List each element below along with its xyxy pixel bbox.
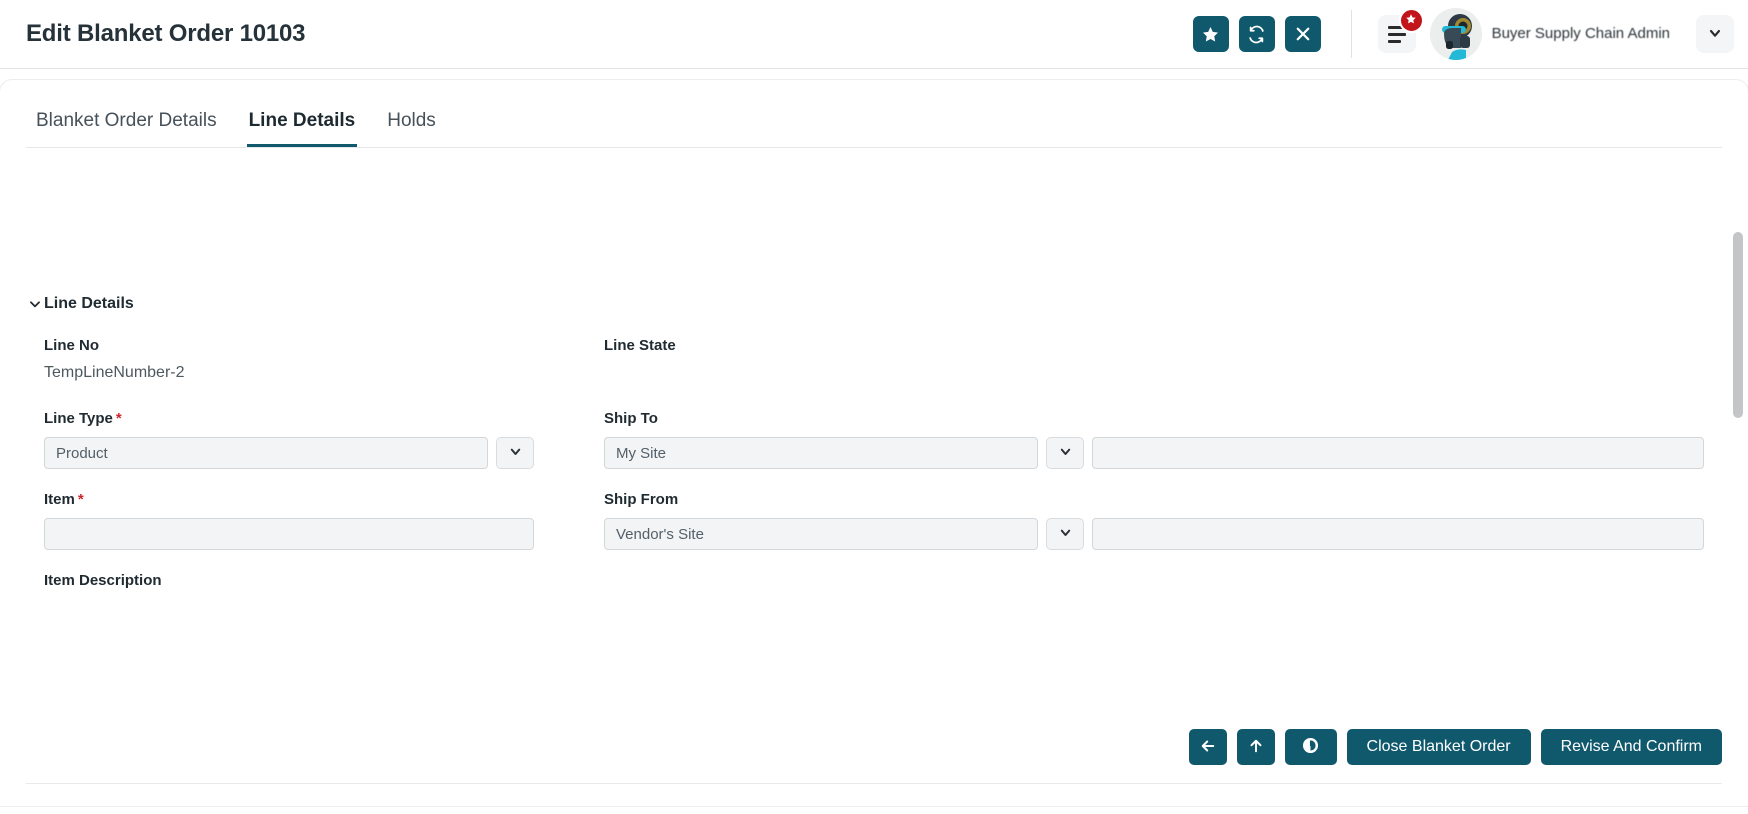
chevron-down-icon bbox=[1058, 525, 1073, 543]
chevron-down-icon bbox=[1058, 444, 1073, 462]
chevron-down-icon bbox=[1707, 25, 1723, 44]
form-area: Line Details Line No TempLineNumber-2 Li… bbox=[0, 295, 1748, 690]
refresh-button[interactable] bbox=[1239, 16, 1275, 52]
user-text-block: Buyer Supply Chain Admin bbox=[1468, 10, 1670, 59]
combo-item bbox=[44, 518, 534, 550]
user-secondary-line-top bbox=[1492, 10, 1670, 26]
user-secondary-line-bottom bbox=[1492, 42, 1670, 58]
chevron-down-icon bbox=[508, 444, 523, 462]
combo-line-type: Product bbox=[44, 437, 534, 469]
section-gap bbox=[0, 623, 1748, 659]
label-line-no: Line No bbox=[44, 337, 604, 354]
row-spacer bbox=[44, 550, 604, 572]
page-scrollbar-track[interactable] bbox=[1732, 82, 1744, 806]
close-x-icon bbox=[1294, 25, 1312, 43]
close-blanket-order-button[interactable]: Close Blanket Order bbox=[1347, 729, 1531, 765]
arrow-left-icon bbox=[1199, 737, 1217, 758]
user-menu-chevron-button[interactable] bbox=[1696, 15, 1734, 53]
label-line-type: Line Type* bbox=[44, 410, 604, 427]
user-profile[interactable]: Buyer Supply Chain Admin bbox=[1430, 8, 1670, 60]
label-line-state: Line State bbox=[604, 337, 1704, 354]
field-ship-to: Ship To My Site bbox=[604, 410, 1704, 469]
footer-divider bbox=[26, 783, 1722, 784]
scroll-top-button[interactable] bbox=[1237, 729, 1275, 765]
page-title: Edit Blanket Order 10103 bbox=[26, 20, 305, 48]
ship-to-dropdown-button[interactable] bbox=[1046, 437, 1084, 469]
application-root: Edit Blanket Order 10103 bbox=[0, 0, 1748, 814]
content-card: Blanket Order Details Line Details Holds… bbox=[0, 80, 1748, 806]
field-item-description: Item Description bbox=[44, 572, 604, 623]
field-item: Item* bbox=[44, 491, 604, 550]
top-bar: Edit Blanket Order 10103 bbox=[0, 0, 1748, 69]
label-ship-to: Ship To bbox=[604, 410, 1704, 427]
avatar-robot-icon bbox=[1430, 8, 1482, 60]
required-asterisk: * bbox=[116, 410, 122, 427]
line-type-input[interactable]: Product bbox=[44, 437, 488, 469]
refresh-icon bbox=[1247, 25, 1266, 44]
ship-to-detail-input[interactable] bbox=[1092, 437, 1704, 469]
star-icon bbox=[1405, 12, 1417, 30]
tab-bar: Blanket Order Details Line Details Holds bbox=[26, 80, 1722, 148]
item-input[interactable] bbox=[44, 518, 534, 550]
notification-badge bbox=[1399, 8, 1424, 33]
back-button[interactable] bbox=[1189, 729, 1227, 765]
tab-holds[interactable]: Holds bbox=[385, 110, 438, 147]
field-ship-from: Ship From Vendor's Site bbox=[604, 491, 1704, 550]
page-scrollbar-thumb[interactable] bbox=[1733, 232, 1743, 418]
ship-from-input[interactable]: Vendor's Site bbox=[604, 518, 1038, 550]
field-item-description-spacer bbox=[604, 572, 1704, 623]
revise-and-confirm-button[interactable]: Revise And Confirm bbox=[1541, 729, 1722, 765]
field-line-type: Line Type* Product bbox=[44, 410, 604, 469]
ship-to-input[interactable]: My Site bbox=[604, 437, 1038, 469]
row-spacer bbox=[604, 469, 1704, 491]
clock-icon bbox=[1301, 736, 1320, 758]
value-line-state bbox=[604, 364, 1704, 388]
value-line-no: TempLineNumber-2 bbox=[44, 364, 604, 388]
row-spacer bbox=[604, 388, 1704, 410]
tab-line-details[interactable]: Line Details bbox=[247, 110, 358, 147]
row-spacer bbox=[44, 469, 604, 491]
header-action-buttons bbox=[1193, 16, 1321, 52]
footer-action-bar: Close Blanket Order Revise And Confirm bbox=[0, 716, 1748, 778]
label-text: Line Type bbox=[44, 410, 113, 427]
label-ship-from: Ship From bbox=[604, 491, 1704, 508]
avatar bbox=[1430, 8, 1482, 60]
favorite-button[interactable] bbox=[1193, 16, 1229, 52]
value-item-description bbox=[44, 599, 604, 623]
history-button[interactable] bbox=[1285, 729, 1337, 765]
section-title: Line Details bbox=[44, 295, 134, 313]
label-text: Item bbox=[44, 491, 75, 508]
label-item: Item* bbox=[44, 491, 604, 508]
arrow-up-icon bbox=[1247, 737, 1265, 758]
line-details-grid: Line No TempLineNumber-2 Line State Line… bbox=[44, 337, 1704, 623]
star-icon bbox=[1201, 25, 1220, 44]
ship-from-dropdown-button[interactable] bbox=[1046, 518, 1084, 550]
chevron-down-icon bbox=[28, 297, 42, 311]
field-line-no: Line No TempLineNumber-2 bbox=[44, 337, 604, 388]
section-header-line-details[interactable]: Line Details bbox=[28, 295, 1748, 313]
required-asterisk: * bbox=[78, 491, 84, 508]
combo-ship-from: Vendor's Site bbox=[604, 518, 1704, 550]
tab-blanket-order-details[interactable]: Blanket Order Details bbox=[34, 110, 219, 147]
row-spacer bbox=[44, 388, 604, 410]
line-type-dropdown-button[interactable] bbox=[496, 437, 534, 469]
row-spacer bbox=[604, 550, 1704, 572]
notifications-wrapper bbox=[1378, 15, 1416, 53]
label-item-description: Item Description bbox=[44, 572, 604, 589]
field-line-state: Line State bbox=[604, 337, 1704, 388]
ship-from-detail-input[interactable] bbox=[1092, 518, 1704, 550]
close-button[interactable] bbox=[1285, 16, 1321, 52]
combo-ship-to: My Site bbox=[604, 437, 1704, 469]
header-divider bbox=[1351, 10, 1352, 58]
user-name: Buyer Supply Chain Admin bbox=[1492, 26, 1670, 43]
